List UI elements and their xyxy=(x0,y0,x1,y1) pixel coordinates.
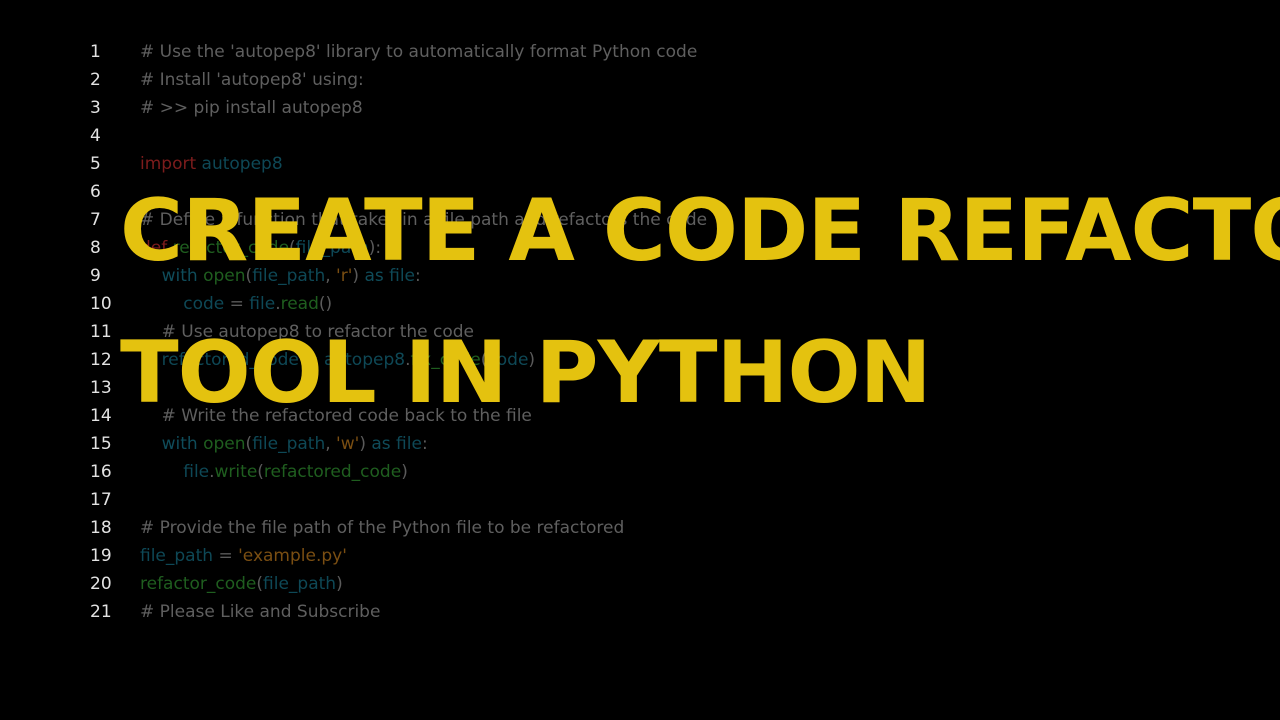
video-title-line-1: CREATE A CODE REFACTO xyxy=(120,181,1280,281)
line-number: 20 xyxy=(90,574,112,594)
line-number: 9 xyxy=(90,266,101,286)
code-token: ) xyxy=(401,462,408,482)
code-text: # Please Like and Subscribe xyxy=(140,598,380,626)
line-number: 8 xyxy=(90,238,101,258)
line-number: 16 xyxy=(90,462,112,482)
code-text: # Provide the file path of the Python fi… xyxy=(140,514,624,542)
code-line: 2 # Install 'autopep8' using: xyxy=(0,66,1280,94)
code-token: # Please Like and Subscribe xyxy=(140,602,381,622)
code-token: = xyxy=(213,546,239,566)
code-token: file xyxy=(183,462,210,482)
code-line: 20 refactor_code(file_path) xyxy=(0,570,1280,598)
line-number: 3 xyxy=(90,98,101,118)
code-line: 17 xyxy=(0,486,1280,514)
code-token: ) xyxy=(336,574,343,594)
line-number: 5 xyxy=(90,154,101,174)
code-text: # >> pip install autopep8 xyxy=(140,94,363,122)
code-token: ( xyxy=(257,462,264,482)
code-line: 16 file.write(refactored_code) xyxy=(0,458,1280,486)
code-token: # >> pip install autopep8 xyxy=(140,98,363,118)
code-text: # Install 'autopep8' using: xyxy=(140,66,364,94)
code-token: refactored_code xyxy=(263,462,402,482)
code-token: # Install 'autopep8' using: xyxy=(140,70,364,90)
code-line: 18 # Provide the file path of the Python … xyxy=(0,514,1280,542)
line-number: 1 xyxy=(90,42,101,62)
line-number: 10 xyxy=(90,294,112,314)
code-line: 21 # Please Like and Subscribe xyxy=(0,598,1280,626)
code-token: refactor_code xyxy=(140,574,257,594)
code-line: 19 file_path = 'example.py' xyxy=(0,542,1280,570)
line-number: 11 xyxy=(90,322,112,342)
line-number: 14 xyxy=(90,406,112,426)
code-text: # Use the 'autopep8' library to automati… xyxy=(140,38,697,66)
line-number: 18 xyxy=(90,518,112,538)
code-token: # Use the 'autopep8' library to automati… xyxy=(140,42,698,62)
code-token: 'example.py' xyxy=(238,546,347,566)
code-line: 1 # Use the 'autopep8' library to automat… xyxy=(0,38,1280,66)
line-number: 19 xyxy=(90,546,112,566)
code-token: file_path xyxy=(140,546,214,566)
video-title-line-2: TOOL IN PYTHON xyxy=(120,323,932,423)
line-number: 17 xyxy=(90,490,112,510)
code-text: file.write(refactored_code) xyxy=(140,458,408,486)
line-number: 6 xyxy=(90,182,101,202)
line-number: 2 xyxy=(90,70,101,90)
line-number: 21 xyxy=(90,602,112,622)
code-line: 4 xyxy=(0,122,1280,150)
code-token: write xyxy=(214,462,258,482)
line-number: 12 xyxy=(90,350,112,370)
code-token: # Provide the file path of the Python fi… xyxy=(140,518,625,538)
line-number: 13 xyxy=(90,378,112,398)
code-text: refactor_code(file_path) xyxy=(140,570,343,598)
line-number: 7 xyxy=(90,210,101,230)
line-number: 4 xyxy=(90,126,101,146)
code-token: file_path xyxy=(263,574,337,594)
code-line: 3 # >> pip install autopep8 xyxy=(0,94,1280,122)
line-number: 15 xyxy=(90,434,112,454)
video-title: CREATE A CODE REFACTO TOOL IN PYTHON xyxy=(120,160,1280,444)
code-text: file_path = 'example.py' xyxy=(140,542,347,570)
